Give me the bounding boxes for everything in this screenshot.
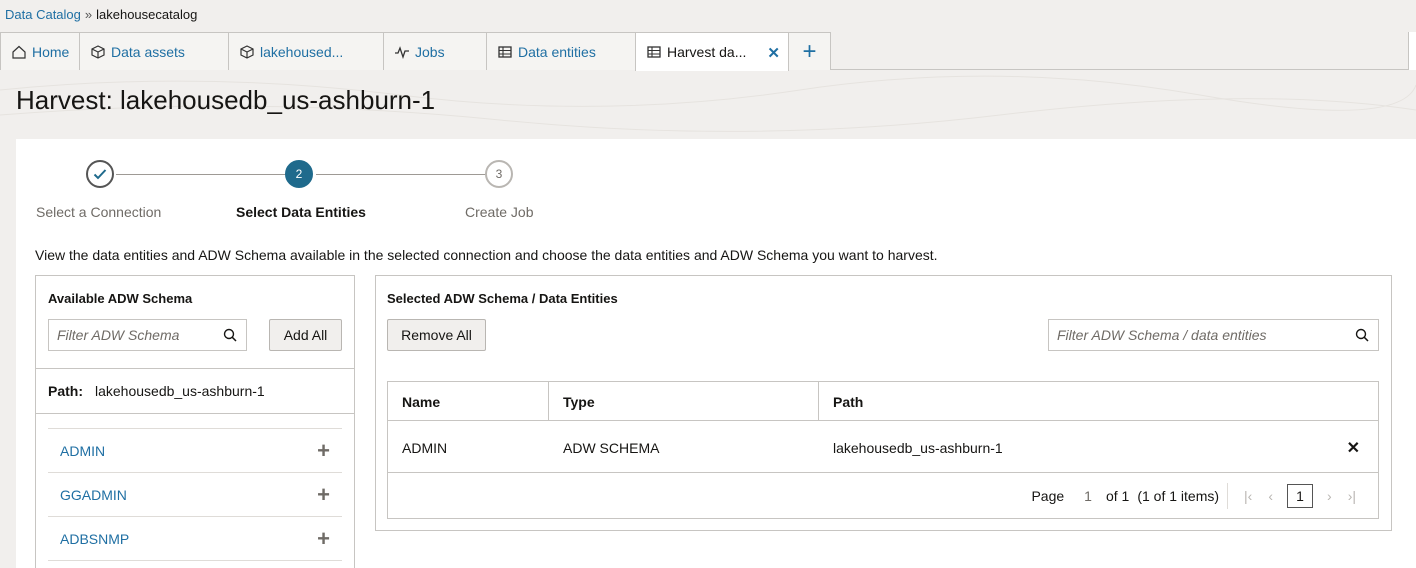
tab-lakehouse[interactable]: lakehoused... — [228, 32, 384, 70]
table-header: Name Type Path — [388, 382, 1378, 421]
tab-data-assets-label: Data assets — [111, 43, 185, 60]
pager-page-label: Page — [1031, 488, 1065, 504]
step-2-label: Select Data Entities — [236, 204, 366, 220]
pagination: Page 1 of 1 (1 of 1 items) |‹ ‹ 1 › ›| — [388, 474, 1378, 518]
available-schema-panel: Available ADW Schema Filter ADW Schema A… — [35, 275, 355, 568]
column-header-type[interactable]: Type — [549, 382, 819, 421]
schema-item-admin[interactable]: ADMIN + — [48, 428, 342, 472]
tab-lakehouse-label: lakehoused... — [260, 43, 344, 60]
step-2-indicator: 2 — [285, 160, 313, 188]
list-item — [48, 560, 342, 568]
home-icon — [11, 44, 27, 60]
remove-row-icon[interactable]: ✕ — [1347, 438, 1360, 458]
filter-selected-placeholder: Filter ADW Schema / data entities — [1057, 327, 1267, 343]
previous-page-icon[interactable]: ‹ — [1268, 488, 1273, 504]
tab-harvest-label: Harvest da... — [667, 44, 747, 60]
selected-entities-table: Name Type Path ADMIN ADW SCHEMA lakehous… — [387, 381, 1379, 519]
step-connector — [316, 174, 486, 175]
schema-list: ADMIN + GGADMIN + ADBSNMP + — [48, 428, 342, 568]
path-label: Path: — [48, 383, 83, 399]
breadcrumb-separator: » — [84, 6, 93, 22]
available-schema-title: Available ADW Schema — [48, 291, 193, 306]
harvest-panel: 2 3 Select a Connection Select Data Enti… — [16, 139, 1416, 568]
cell-type: ADW SCHEMA — [563, 439, 660, 456]
step-1-indicator — [86, 160, 114, 188]
plus-icon: + — [802, 37, 817, 65]
filter-selected-input[interactable]: Filter ADW Schema / data entities — [1048, 319, 1379, 351]
add-icon[interactable]: + — [317, 483, 330, 506]
schema-item-label[interactable]: ADMIN — [60, 443, 105, 459]
add-icon[interactable]: + — [317, 439, 330, 462]
schema-item-adbsnmp[interactable]: ADBSNMP + — [48, 516, 342, 560]
instructions-text: View the data entities and ADW Schema av… — [35, 247, 938, 263]
table-icon — [646, 44, 662, 60]
step-connector — [116, 174, 286, 175]
path-value: lakehousedb_us-ashburn-1 — [95, 383, 265, 399]
filter-adw-schema-placeholder: Filter ADW Schema — [57, 327, 180, 343]
tab-bar-edge — [1408, 32, 1416, 70]
tab-harvest[interactable]: Harvest da... ✕ — [635, 32, 789, 71]
breadcrumb-current: lakehousecatalog — [96, 6, 198, 22]
schema-item-ggadmin[interactable]: GGADMIN + — [48, 472, 342, 516]
table-row: ADMIN ADW SCHEMA lakehousedb_us-ashburn-… — [388, 422, 1378, 473]
path-row: Path: lakehousedb_us-ashburn-1 — [36, 368, 354, 414]
filter-adw-schema-input[interactable]: Filter ADW Schema — [48, 319, 247, 351]
tab-jobs-label: Jobs — [415, 43, 445, 60]
close-tab-icon[interactable]: ✕ — [767, 44, 780, 62]
cube-icon — [90, 44, 106, 60]
breadcrumb: Data Catalog » lakehousecatalog — [5, 4, 197, 24]
step-1-label: Select a Connection — [36, 204, 162, 220]
tab-jobs[interactable]: Jobs — [383, 32, 487, 70]
tab-bar: Home Data assets lakehoused... Jobs Data… — [0, 32, 1416, 71]
table-icon — [497, 44, 513, 60]
pager-of-label: of 1 — [1105, 488, 1130, 504]
last-page-icon[interactable]: ›| — [1348, 488, 1356, 504]
checkmark-icon — [93, 169, 107, 180]
tab-data-entities[interactable]: Data entities — [486, 32, 636, 70]
breadcrumb-data-catalog-link[interactable]: Data Catalog — [5, 7, 81, 22]
tab-data-entities-label: Data entities — [518, 43, 596, 60]
search-icon[interactable] — [222, 327, 238, 343]
cell-name: ADMIN — [402, 439, 448, 456]
column-header-name[interactable]: Name — [388, 382, 549, 421]
first-page-icon[interactable]: |‹ — [1244, 488, 1252, 504]
schema-item-label[interactable]: GGADMIN — [60, 487, 127, 503]
pager-divider — [1227, 483, 1229, 509]
tab-home-label: Home — [32, 43, 70, 60]
add-all-button[interactable]: Add All — [269, 319, 342, 351]
current-page-button[interactable]: 1 — [1287, 484, 1314, 508]
step-3-label: Create Job — [465, 204, 534, 220]
selected-entities-panel: Selected ADW Schema / Data Entities Remo… — [375, 275, 1392, 531]
cell-path: lakehousedb_us-ashburn-1 — [833, 439, 1003, 456]
column-header-path[interactable]: Path — [819, 382, 1378, 421]
selected-entities-title: Selected ADW Schema / Data Entities — [387, 291, 618, 306]
next-page-icon[interactable]: › — [1327, 488, 1332, 504]
add-tab-button[interactable]: + — [788, 32, 831, 70]
pager-page-input[interactable]: 1 — [1084, 488, 1092, 504]
schema-item-label[interactable]: ADBSNMP — [60, 531, 129, 547]
activity-icon — [394, 44, 410, 60]
tab-data-assets[interactable]: Data assets — [79, 32, 229, 70]
page-title: Harvest: lakehousedb_us-ashburn-1 — [16, 85, 436, 115]
step-3-indicator: 3 — [485, 160, 513, 188]
cube-icon — [239, 44, 255, 60]
remove-all-button[interactable]: Remove All — [387, 319, 486, 351]
search-icon[interactable] — [1354, 327, 1370, 343]
add-icon[interactable]: + — [317, 527, 330, 550]
tab-home[interactable]: Home — [0, 32, 80, 70]
pager-items-summary: (1 of 1 items) — [1137, 488, 1220, 504]
